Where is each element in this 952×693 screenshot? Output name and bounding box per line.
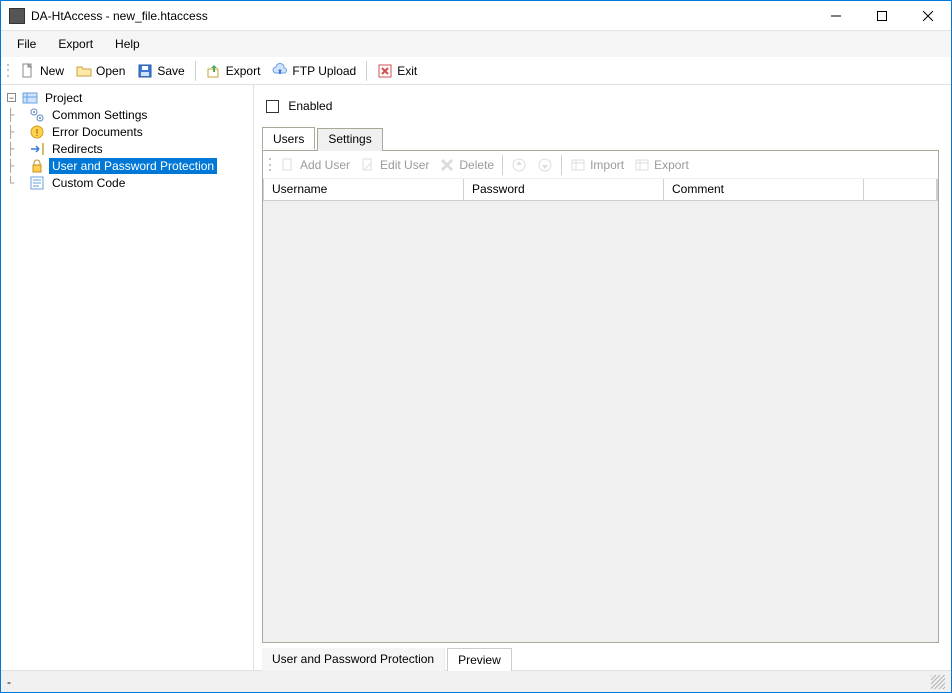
arrow-down-icon (537, 157, 553, 173)
edit-user-icon (360, 157, 376, 173)
save-button[interactable]: Save (133, 61, 188, 81)
export-users-label: Export (654, 158, 689, 172)
col-password[interactable]: Password (464, 179, 664, 200)
ftp-upload-button[interactable]: FTP Upload (268, 61, 360, 81)
users-grid-body[interactable] (263, 201, 938, 642)
users-panel: Add User Edit User Delete (262, 151, 939, 643)
window-title: DA-HtAccess - new_file.htaccess (31, 9, 208, 23)
statusbar: - (1, 670, 951, 692)
minimize-button[interactable] (813, 1, 859, 31)
add-user-button[interactable]: Add User (276, 155, 354, 175)
titlebar: DA-HtAccess - new_file.htaccess (1, 1, 951, 31)
resize-grip-icon[interactable] (931, 675, 945, 689)
tree-label-error: Error Documents (49, 124, 146, 140)
settings-icon (29, 107, 45, 123)
new-label: New (40, 64, 64, 78)
export-users-button[interactable]: Export (630, 155, 693, 175)
delete-user-button[interactable]: Delete (435, 155, 498, 175)
menubar: File Export Help (1, 31, 951, 57)
add-user-label: Add User (300, 158, 350, 172)
enabled-row: Enabled (258, 91, 943, 127)
code-icon (29, 175, 45, 191)
svg-text:!: ! (36, 128, 39, 139)
tree-label-common: Common Settings (49, 107, 150, 123)
edit-user-label: Edit User (380, 158, 429, 172)
exit-button[interactable]: Exit (373, 61, 421, 81)
tree-label-redirects: Redirects (49, 141, 106, 157)
lock-icon (29, 158, 45, 174)
save-label: Save (157, 64, 184, 78)
open-button[interactable]: Open (72, 61, 129, 81)
close-button[interactable] (905, 1, 951, 31)
tree-label-custom: Custom Code (49, 175, 128, 191)
ftp-label: FTP Upload (292, 64, 356, 78)
move-down-button[interactable] (533, 155, 557, 175)
enabled-checkbox[interactable] (266, 100, 279, 113)
enabled-label: Enabled (288, 99, 332, 113)
delete-icon (439, 157, 455, 173)
tree-item-custom[interactable]: └ Custom Code (7, 174, 253, 191)
open-folder-icon (76, 63, 92, 79)
exit-label: Exit (397, 64, 417, 78)
export-users-icon (634, 157, 650, 173)
main-toolbar: New Open Save Export FTP Upload Exit (1, 57, 951, 85)
new-button[interactable]: New (16, 61, 68, 81)
tree-item-redirects[interactable]: ├ Redirects (7, 140, 253, 157)
main-panel: Enabled Users Settings Add User (254, 85, 951, 670)
menu-help[interactable]: Help (105, 33, 150, 55)
col-spacer (864, 179, 937, 200)
maximize-button[interactable] (859, 1, 905, 31)
export-button[interactable]: Export (202, 61, 265, 81)
cloud-upload-icon (272, 63, 288, 79)
open-label: Open (96, 64, 125, 78)
add-user-icon (280, 157, 296, 173)
bottom-tabstrip: User and Password Protection Preview (262, 647, 939, 670)
bottom-tab-preview[interactable]: Preview (447, 648, 512, 671)
sub-tabstrip: Users Settings (262, 127, 939, 151)
menu-export[interactable]: Export (48, 33, 103, 55)
status-text: - (7, 675, 11, 689)
project-icon (22, 90, 38, 106)
new-file-icon (20, 63, 36, 79)
bottom-tab-main[interactable]: User and Password Protection (262, 648, 445, 671)
menu-file[interactable]: File (7, 33, 46, 55)
export-icon (206, 63, 222, 79)
tree-item-error[interactable]: ├ ! Error Documents (7, 123, 253, 140)
tree-item-common[interactable]: ├ Common Settings (7, 106, 253, 123)
import-icon (570, 157, 586, 173)
arrow-up-icon (511, 157, 527, 173)
tree-label-userpass: User and Password Protection (49, 158, 217, 174)
app-icon (9, 8, 25, 24)
tab-settings[interactable]: Settings (317, 128, 382, 151)
error-doc-icon: ! (29, 124, 45, 140)
tree-item-userpass[interactable]: ├ User and Password Protection (7, 157, 253, 174)
users-grid-header: Username Password Comment (263, 179, 938, 201)
move-up-button[interactable] (507, 155, 531, 175)
app-window: DA-HtAccess - new_file.htaccess File Exp… (0, 0, 952, 693)
exit-icon (377, 63, 393, 79)
project-tree[interactable]: − Project ├ Common Settings ├ ! Error Do… (1, 85, 254, 670)
import-button[interactable]: Import (566, 155, 628, 175)
tree-root[interactable]: − Project (7, 89, 253, 106)
collapse-icon[interactable]: − (7, 93, 16, 102)
delete-label: Delete (459, 158, 494, 172)
tab-users[interactable]: Users (262, 127, 315, 150)
import-label: Import (590, 158, 624, 172)
users-toolbar: Add User Edit User Delete (263, 151, 938, 179)
col-username[interactable]: Username (264, 179, 464, 200)
col-comment[interactable]: Comment (664, 179, 864, 200)
export-label: Export (226, 64, 261, 78)
save-disk-icon (137, 63, 153, 79)
redirect-icon (29, 141, 45, 157)
content-area: − Project ├ Common Settings ├ ! Error Do… (1, 85, 951, 670)
edit-user-button[interactable]: Edit User (356, 155, 433, 175)
tree-root-label: Project (42, 90, 85, 106)
